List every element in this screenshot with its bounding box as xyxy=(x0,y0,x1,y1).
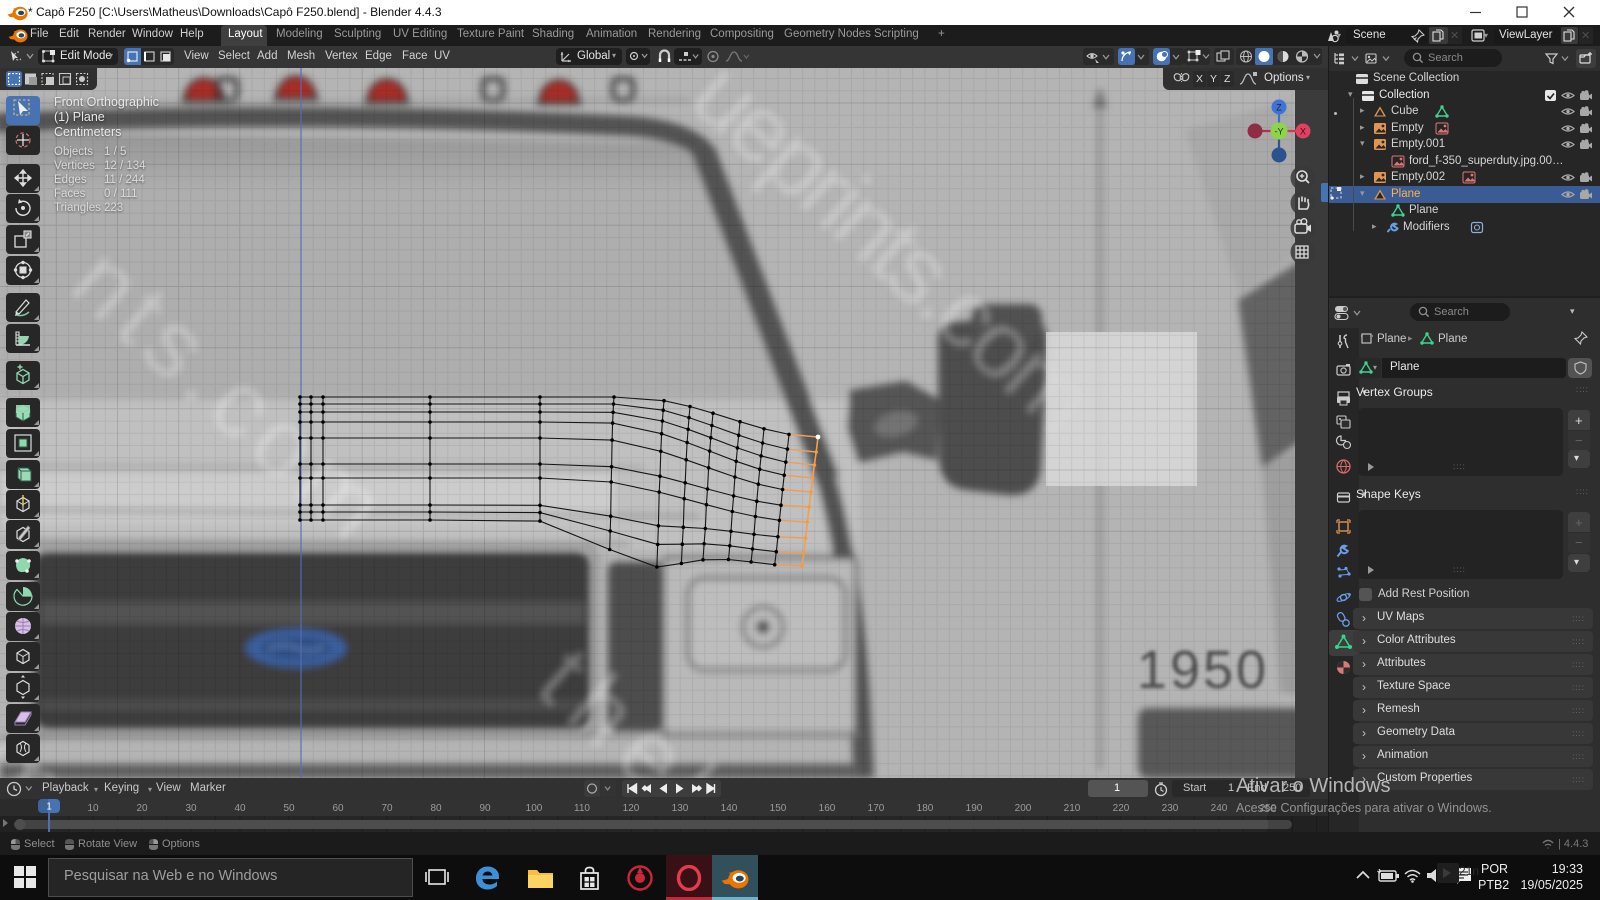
svg-text:Z: Z xyxy=(1276,103,1282,113)
svg-text:X: X xyxy=(1300,127,1306,137)
svg-text:1950: 1950 xyxy=(1137,640,1269,700)
svg-text:-Y: -Y xyxy=(1275,127,1284,137)
